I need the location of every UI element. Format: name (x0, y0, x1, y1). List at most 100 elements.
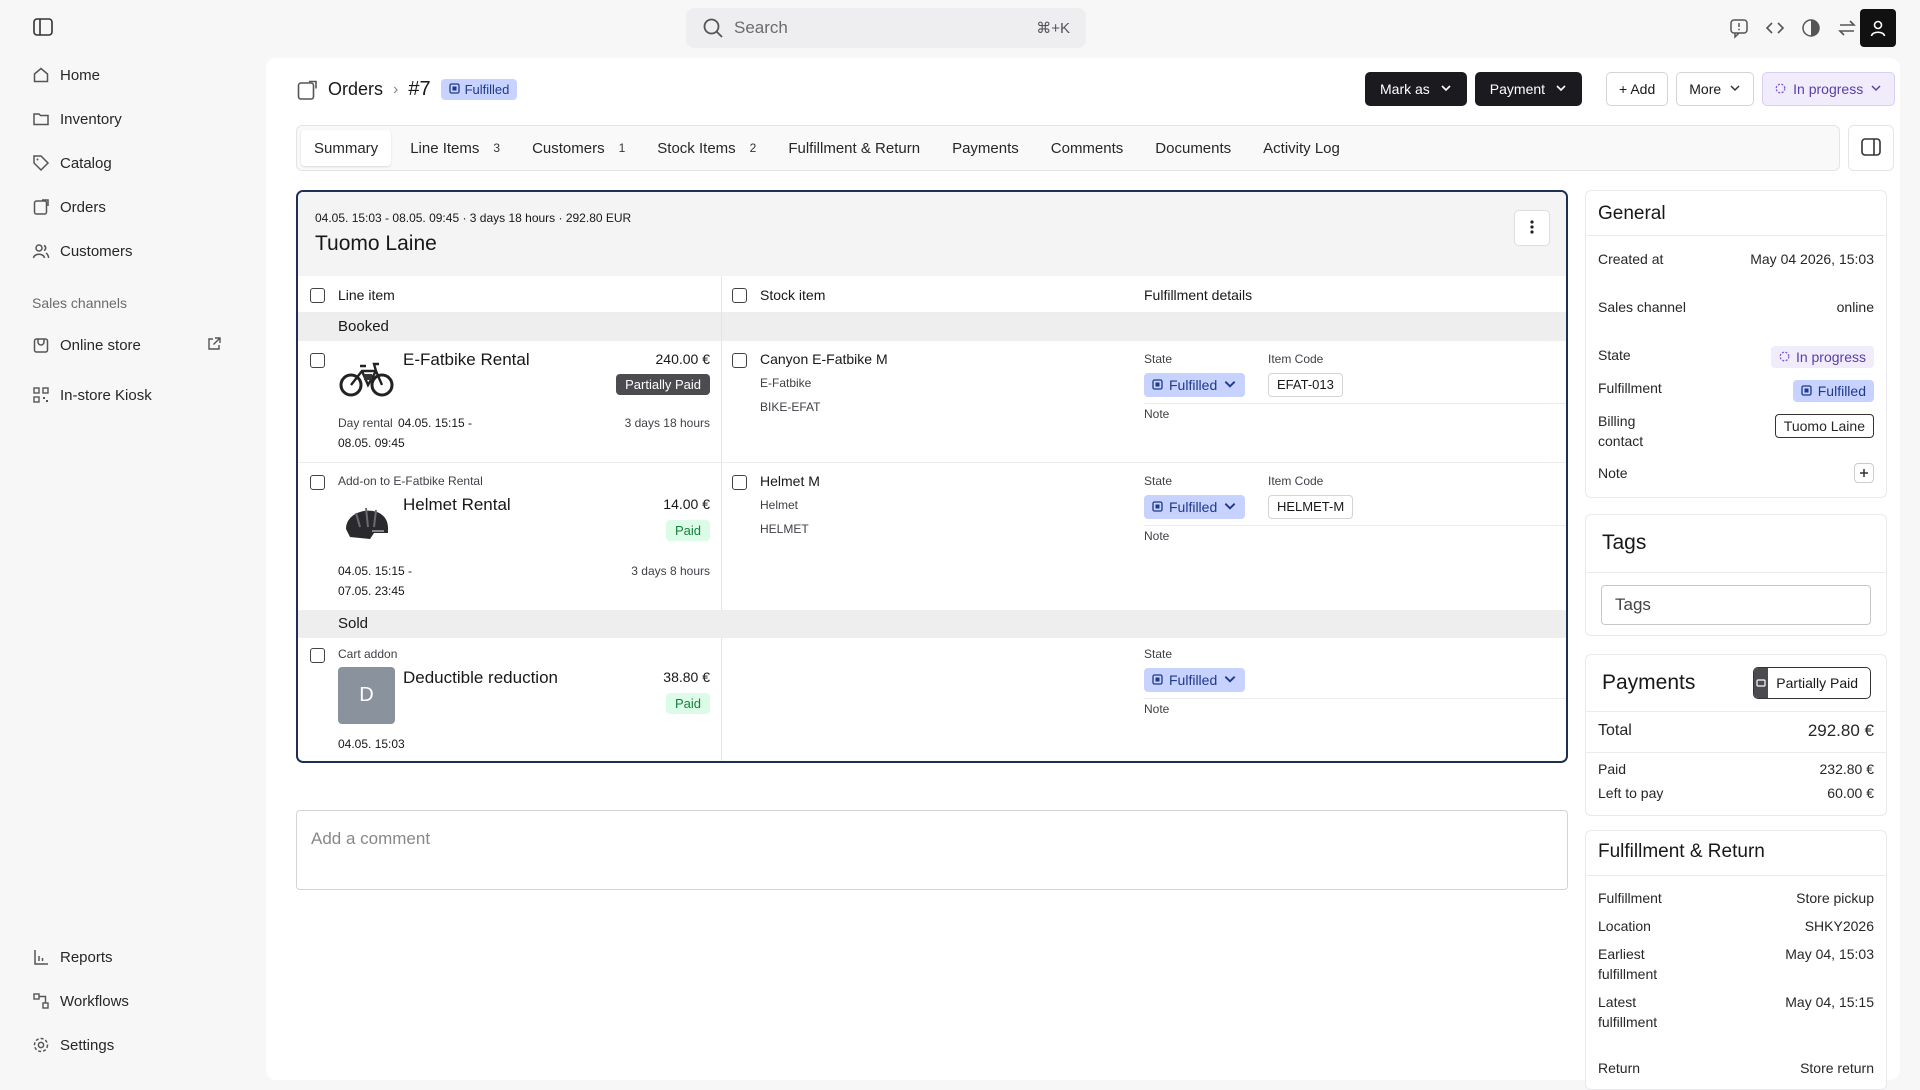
progress-button[interactable]: In progress (1762, 72, 1896, 106)
payment-label: Payment (1489, 81, 1546, 97)
divider (1586, 752, 1886, 753)
sidebar-toggle-icon[interactable] (32, 16, 56, 40)
chevron-right-icon: › (393, 80, 399, 98)
payment-status-badge: Paid (665, 520, 710, 541)
search-input[interactable]: Search ⌘+K (686, 8, 1086, 48)
feedback-icon[interactable] (1728, 17, 1750, 39)
sidebar-item-kiosk[interactable]: In-store Kiosk (32, 386, 152, 404)
line-item-name[interactable]: E-Fatbike Rental (403, 350, 530, 370)
ebike-image (338, 349, 395, 406)
sidebar-item-label: Catalog (60, 154, 112, 172)
sidebar-item-reports[interactable]: Reports (32, 948, 113, 966)
select-all-stock-checkbox[interactable] (732, 288, 747, 303)
row-checkbox[interactable] (310, 353, 325, 368)
divider (1144, 525, 1566, 526)
parent-item-label: Cart addon (338, 647, 398, 661)
tags-input[interactable]: Tags (1601, 585, 1871, 625)
top-bar: Search ⌘+K (0, 0, 1920, 56)
tab-activity-log[interactable]: Activity Log (1250, 130, 1353, 166)
line-item-name[interactable]: Helmet Rental (403, 495, 511, 515)
divider (1586, 875, 1886, 876)
more-button[interactable]: More (1676, 72, 1755, 106)
stock-checkbox[interactable] (732, 475, 747, 490)
sidebar-item-online-store[interactable]: Online store (32, 336, 224, 354)
note-label[interactable]: Note (1144, 702, 1169, 716)
order-menu-button[interactable] (1514, 210, 1550, 246)
rental-type: Day rental (338, 416, 393, 430)
divider (1586, 235, 1886, 236)
sales-channels-heading: Sales channels (32, 295, 127, 311)
item-code-field[interactable]: HELMET-M (1268, 495, 1354, 519)
divider (1586, 572, 1886, 573)
line-item-price: 14.00 € (663, 496, 710, 512)
tab-fulfillment-return[interactable]: Fulfillment & Return (775, 130, 933, 166)
breadcrumb-orders[interactable]: Orders (328, 79, 383, 100)
add-button[interactable]: + Add (1606, 72, 1669, 106)
chevron-down-icon (1870, 81, 1882, 97)
sidebar-item-label: Reports (60, 948, 113, 966)
stock-item-name[interactable]: Canyon E-Fatbike M (760, 351, 888, 367)
row-checkbox[interactable] (310, 648, 325, 663)
state-label: State (1144, 474, 1173, 488)
line-item-name[interactable]: Deductible reduction (403, 668, 558, 688)
rental-end: 08.05. 09:45 (338, 436, 405, 450)
state-badge[interactable]: In progress (1770, 346, 1874, 368)
general-title: General (1598, 203, 1666, 224)
sidebar-item-catalog[interactable]: Catalog (32, 154, 112, 172)
line-item-price: 240.00 € (655, 351, 711, 367)
fr-earliest-value: May 04, 15:03 (1785, 946, 1874, 962)
theme-icon[interactable] (1800, 17, 1822, 39)
sidebar-item-inventory[interactable]: Inventory (32, 110, 122, 128)
panel-toggle-button[interactable] (1848, 125, 1894, 171)
tab-documents[interactable]: Documents (1142, 130, 1244, 166)
state-select[interactable]: Fulfilled (1144, 668, 1246, 692)
left-label: Left to pay (1598, 785, 1664, 801)
mark-as-label: Mark as (1380, 81, 1430, 97)
payment-status-badge[interactable]: Partially Paid (1753, 667, 1871, 699)
order-card: 04.05. 15:03 - 08.05. 09:45 · 3 days 18 … (296, 190, 1568, 763)
tab-payments[interactable]: Payments (939, 130, 1032, 166)
row-checkbox[interactable] (310, 475, 325, 490)
sidebar-item-orders[interactable]: Orders (32, 198, 106, 216)
billing-contact[interactable]: Tuomo Laine (1774, 414, 1874, 438)
external-link-icon[interactable] (206, 336, 224, 354)
note-label[interactable]: Note (1144, 407, 1169, 421)
plus-icon (1859, 465, 1869, 481)
sidebar-item-settings[interactable]: Settings (32, 1036, 114, 1054)
user-menu-button[interactable] (1860, 9, 1896, 47)
tab-label: Customers (532, 139, 605, 157)
sidebar-item-customers[interactable]: Customers (32, 242, 133, 260)
sidebar-item-workflows[interactable]: Workflows (32, 992, 129, 1010)
state-select[interactable]: Fulfilled (1144, 495, 1246, 519)
sidebar-item-label: Home (60, 66, 101, 84)
comment-input[interactable]: Add a comment (296, 810, 1568, 890)
tab-comments[interactable]: Comments (1038, 130, 1137, 166)
tab-stock-items[interactable]: Stock Items 2 (644, 130, 769, 166)
select-all-checkbox[interactable] (310, 288, 325, 303)
status-badge-label: Fulfilled (464, 82, 510, 97)
sidebar-item-label: Customers (60, 242, 133, 260)
fulfillment-badge[interactable]: Fulfilled (1792, 380, 1874, 402)
sidebar-item-home[interactable]: Home (32, 66, 100, 84)
payment-button[interactable]: Payment (1474, 72, 1583, 106)
mark-as-button[interactable]: Mark as (1365, 72, 1467, 106)
tab-summary[interactable]: Summary (301, 130, 392, 166)
stock-checkbox[interactable] (732, 353, 747, 368)
fulfillment-badge-label: Fulfilled (1817, 383, 1866, 399)
created-label: Created at (1598, 251, 1664, 267)
add-label: + Add (1619, 81, 1656, 97)
add-note-button[interactable] (1854, 463, 1874, 483)
column-divider (721, 276, 722, 761)
switch-icon[interactable] (1836, 17, 1858, 39)
tab-customers[interactable]: Customers 1 (519, 130, 638, 166)
stock-item-name[interactable]: Helmet M (760, 473, 820, 489)
item-code-field[interactable]: EFAT-013 (1268, 373, 1343, 397)
tab-count: 1 (618, 141, 626, 155)
state-select[interactable]: Fulfilled (1144, 373, 1246, 397)
tab-line-items[interactable]: Line Items 3 (397, 130, 513, 166)
sidebar-item-label: In-store Kiosk (60, 386, 152, 404)
note-label[interactable]: Note (1144, 529, 1169, 543)
code-icon[interactable] (1764, 17, 1786, 39)
fr-fulfillment-value: Store pickup (1796, 890, 1874, 906)
stock-item-sku: BIKE-EFAT (760, 400, 821, 414)
